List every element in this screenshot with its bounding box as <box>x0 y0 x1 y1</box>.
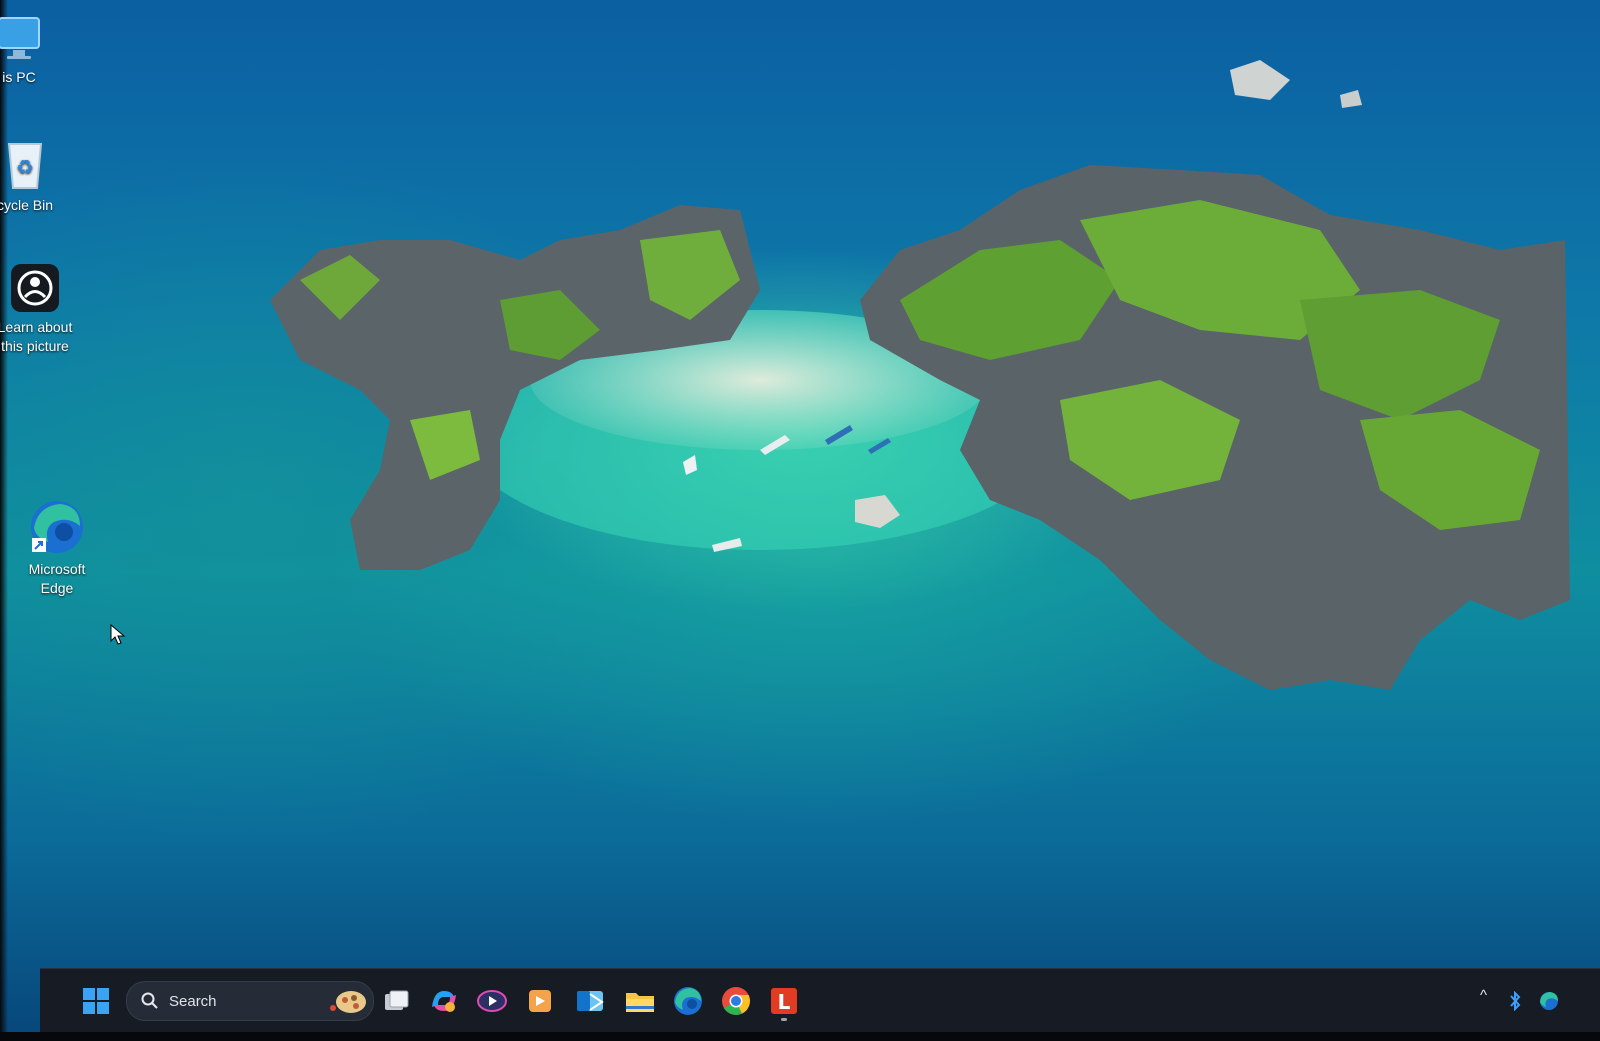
desktop-icon-label-line2: Edge <box>40 580 74 596</box>
mail-icon <box>577 991 604 1011</box>
search-icon <box>141 992 158 1009</box>
desktop-screen: is PC ♻ cycle Bin Learn about this pictu… <box>0 0 1600 1041</box>
desktop-icon-label-line2: this picture <box>1 338 69 354</box>
taskbar-app-media-player[interactable] <box>472 981 512 1021</box>
taskbar-app-task-view[interactable] <box>376 981 416 1021</box>
desktop-icon-this-pc[interactable]: is PC <box>0 14 64 87</box>
desktop-icon-label: cycle Bin <box>0 197 54 213</box>
search-placeholder: Search <box>169 992 217 1010</box>
taskbar-app-office[interactable] <box>520 981 560 1021</box>
bluetooth-icon <box>1510 991 1521 1011</box>
svg-text:♻: ♻ <box>16 155 34 179</box>
chrome-icon <box>722 987 750 1015</box>
taskbar-app-file-explorer[interactable] <box>620 981 660 1021</box>
media-player-icon <box>477 990 507 1012</box>
office-app-icon <box>529 990 551 1012</box>
desktop-icon-label-line1: Microsoft <box>28 561 86 577</box>
desktop-icon-recycle-bin[interactable]: ♻ cycle Bin <box>0 136 70 215</box>
windows-logo-icon <box>83 988 109 1014</box>
monitor-bezel-bottom <box>0 1032 1600 1041</box>
l-app-letter: L <box>778 990 791 1014</box>
mouse-cursor-icon <box>110 624 126 645</box>
island-illustration <box>270 60 1570 690</box>
desktop-icon-learn-about-picture[interactable]: Learn about this picture <box>0 262 80 356</box>
taskbar-app-m365-copilot[interactable] <box>424 981 464 1021</box>
edge-icon <box>1540 992 1558 1010</box>
taskbar-app-l[interactable]: L <box>764 981 804 1021</box>
edge-icon <box>31 501 83 553</box>
folder-icon <box>626 993 654 1012</box>
taskbar-app-outlook[interactable] <box>570 981 610 1021</box>
desktop-icon-label-line1: Learn about <box>0 319 73 335</box>
taskbar: Search L ^ <box>40 968 1600 1033</box>
spotlight-camera-icon <box>11 264 59 312</box>
copilot-icon <box>432 991 456 1012</box>
monitor-icon <box>0 17 40 59</box>
search-highlight-icon <box>330 991 366 1013</box>
recycle-bin-icon: ♻ <box>7 143 43 189</box>
desktop-wallpaper <box>0 0 1600 1041</box>
taskbar-app-chrome[interactable] <box>716 981 756 1021</box>
task-view-icon <box>385 990 409 1010</box>
taskbar-search-box[interactable]: Search <box>126 981 374 1021</box>
l-app-icon: L <box>771 988 797 1014</box>
running-indicator <box>781 1018 787 1021</box>
tray-bluetooth[interactable] <box>1500 981 1530 1021</box>
start-button[interactable] <box>76 981 116 1021</box>
tray-edge-icon[interactable] <box>1534 981 1564 1021</box>
edge-icon <box>674 987 702 1015</box>
taskbar-app-edge[interactable] <box>668 981 708 1021</box>
desktop-icon-microsoft-edge[interactable]: Microsoft Edge <box>12 498 102 598</box>
desktop-icon-label: is PC <box>2 69 36 85</box>
show-hidden-icons-chevron[interactable]: ^ <box>1480 987 1487 1004</box>
